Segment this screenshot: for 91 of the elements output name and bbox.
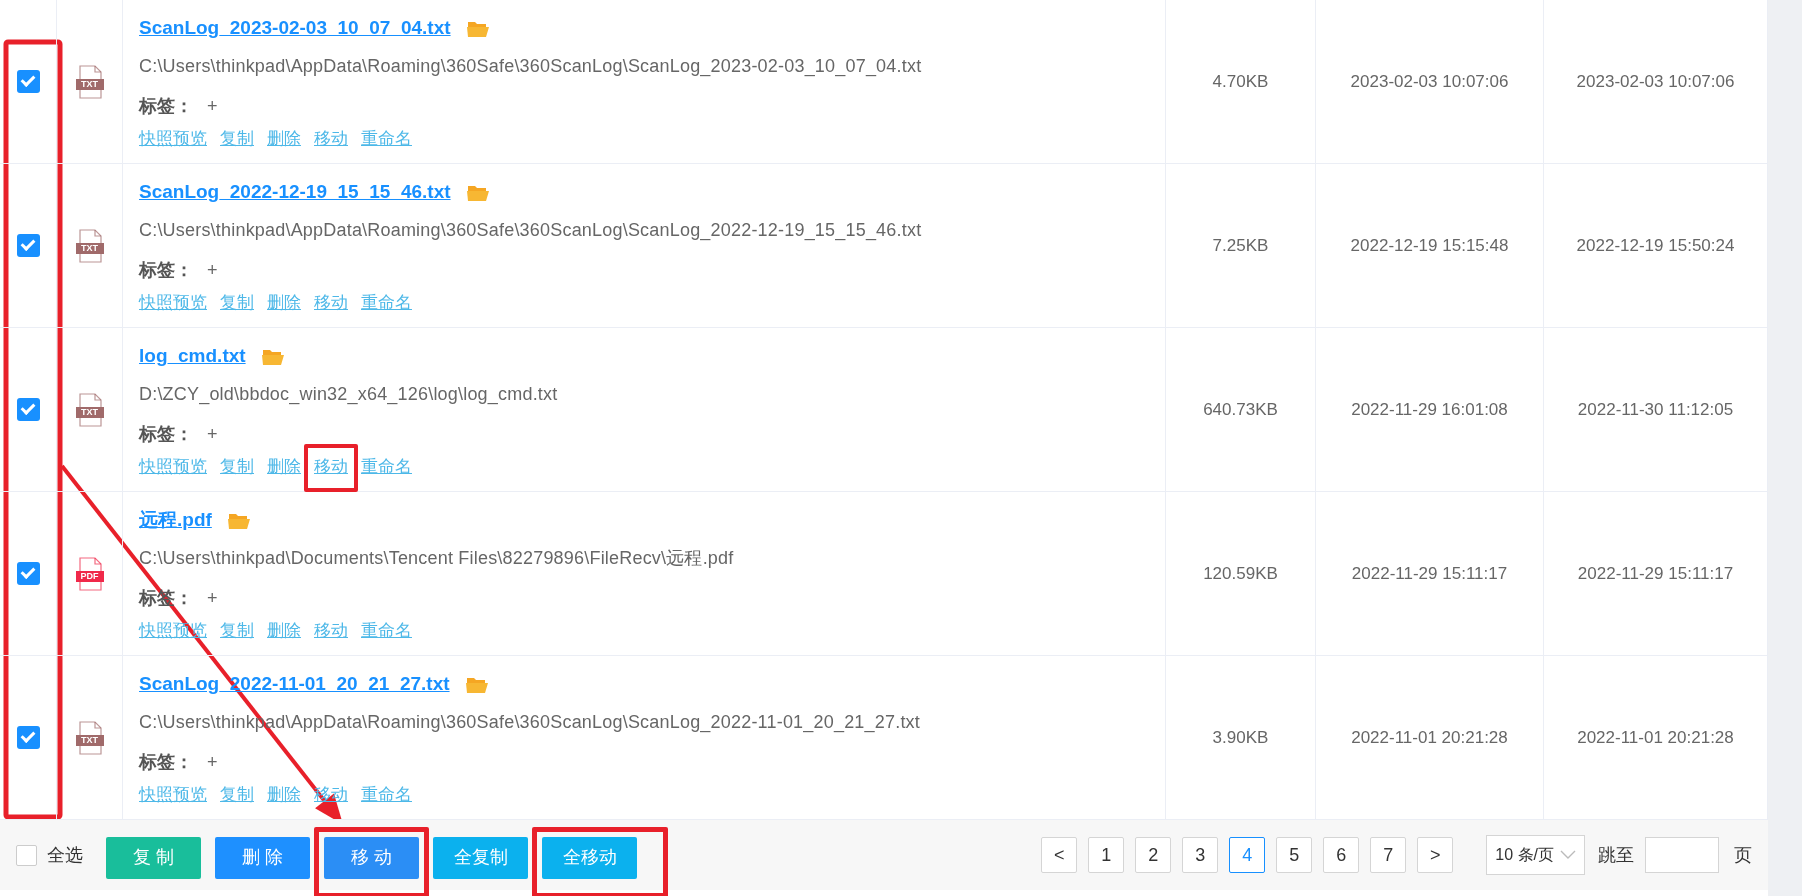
action-link[interactable]: 复制: [220, 129, 254, 148]
action-link[interactable]: 移动: [314, 457, 348, 476]
action-link[interactable]: 重命名: [361, 621, 412, 640]
select-all-label: 全选: [47, 843, 83, 867]
page-button[interactable]: 1: [1088, 837, 1125, 873]
action-link[interactable]: 删除: [267, 785, 301, 804]
file-name-link[interactable]: ScanLog_2023-02-03_10_07_04.txt: [139, 13, 451, 43]
file-name-link[interactable]: ScanLog_2022-12-19_15_15_46.txt: [139, 177, 451, 207]
file-icon: TXT: [75, 64, 104, 99]
move-button[interactable]: 移 动: [324, 836, 419, 879]
action-link[interactable]: 删除: [267, 293, 301, 312]
action-link[interactable]: 删除: [267, 457, 301, 476]
action-link[interactable]: 复制: [220, 293, 254, 312]
page-size-select[interactable]: 10 条/页: [1486, 835, 1585, 875]
row-checkbox[interactable]: [16, 726, 40, 749]
file-size: 120.59KB: [1203, 562, 1278, 585]
created-time: 2022-12-19 15:15:48: [1350, 234, 1509, 257]
modified-time: 2022-12-19 15:50:24: [1576, 234, 1735, 257]
file-size: 7.25KB: [1212, 234, 1269, 257]
created-time: 2022-11-29 16:01:08: [1351, 398, 1508, 421]
next-page-button[interactable]: >: [1417, 837, 1454, 873]
add-tag-button[interactable]: +: [207, 256, 218, 284]
action-link[interactable]: 复制: [220, 621, 254, 640]
file-path: C:\Users\thinkpad\AppData\Roaming\360Safe\360ScanLog\ScanLog_2022-12-19_15_15_46.txt: [139, 218, 922, 243]
row-checkbox[interactable]: [16, 70, 40, 93]
file-icon: PDF: [75, 556, 104, 591]
tag-label: 标签：: [139, 750, 193, 774]
action-link[interactable]: 复制: [220, 785, 254, 804]
action-link[interactable]: 重命名: [361, 293, 412, 312]
jump-to-label: 跳至: [1598, 843, 1634, 867]
action-link[interactable]: 快照预览: [139, 129, 207, 148]
file-size: 640.73KB: [1203, 398, 1278, 421]
row-checkbox[interactable]: [16, 562, 40, 585]
chevron-down-icon: [1560, 850, 1576, 860]
action-link[interactable]: 重命名: [361, 129, 412, 148]
file-icon: TXT: [75, 392, 104, 427]
page-button[interactable]: 6: [1323, 837, 1360, 873]
action-link[interactable]: 移动: [314, 129, 348, 148]
created-time: 2022-11-01 20:21:28: [1351, 726, 1508, 749]
file-name-link[interactable]: log_cmd.txt: [139, 341, 246, 371]
page-button[interactable]: 7: [1370, 837, 1407, 873]
created-time: 2022-11-29 15:11:17: [1351, 562, 1508, 585]
folder-icon[interactable]: [466, 183, 489, 201]
file-size: 3.90KB: [1212, 726, 1269, 749]
tag-label: 标签：: [139, 94, 193, 118]
select-all-checkbox[interactable]: [16, 844, 37, 866]
delete-button[interactable]: 删 除: [215, 836, 310, 879]
file-path: C:\Users\thinkpad\AppData\Roaming\360Safe\360ScanLog\ScanLog_2023-02-03_10_07_04.txt: [139, 54, 922, 79]
previous-page-button[interactable]: <: [1041, 837, 1078, 873]
page-button[interactable]: 2: [1135, 837, 1172, 873]
move-all-button[interactable]: 全移动: [542, 836, 637, 879]
action-link[interactable]: 快照预览: [139, 293, 207, 312]
action-link[interactable]: 删除: [267, 621, 301, 640]
file-icon: TXT: [75, 228, 104, 263]
file-path: D:\ZCY_old\bbdoc_win32_x64_126\log\log_cmd.txt: [139, 382, 558, 407]
folder-icon[interactable]: [465, 675, 488, 693]
file-path: C:\Users\thinkpad\Documents\Tencent Files\82279896\FileRecv\远程.pdf: [139, 546, 734, 570]
copy-all-button[interactable]: 全复制: [433, 836, 528, 879]
row-checkbox[interactable]: [16, 234, 40, 257]
page-button[interactable]: 3: [1182, 837, 1219, 873]
file-size: 4.70KB: [1212, 70, 1269, 93]
action-link[interactable]: 复制: [220, 457, 254, 476]
file-name-link[interactable]: 远程.pdf: [139, 505, 212, 535]
add-tag-button[interactable]: +: [207, 748, 218, 776]
add-tag-button[interactable]: +: [207, 584, 218, 612]
page-label: 页: [1734, 843, 1752, 867]
action-link[interactable]: 快照预览: [139, 785, 207, 804]
page-button[interactable]: 4: [1229, 837, 1266, 873]
action-link[interactable]: 快照预览: [139, 457, 207, 476]
modified-time: 2022-11-29 15:11:17: [1577, 562, 1734, 585]
action-link[interactable]: 移动: [314, 293, 348, 312]
modified-time: 2023-02-03 10:07:06: [1576, 70, 1735, 93]
tag-label: 标签：: [139, 422, 193, 446]
copy-button[interactable]: 复 制: [106, 836, 201, 879]
page-button[interactable]: 5: [1276, 837, 1313, 873]
folder-icon[interactable]: [261, 347, 284, 365]
modified-time: 2022-11-01 20:21:28: [1577, 726, 1734, 749]
modified-time: 2022-11-30 11:12:05: [1577, 398, 1734, 421]
page-number-input[interactable]: [1645, 837, 1719, 873]
row-checkbox[interactable]: [16, 398, 40, 421]
file-icon: TXT: [75, 720, 104, 755]
add-tag-button[interactable]: +: [207, 92, 218, 120]
action-link[interactable]: 重命名: [361, 457, 412, 476]
created-time: 2023-02-03 10:07:06: [1350, 70, 1509, 93]
add-tag-button[interactable]: +: [207, 420, 218, 448]
action-link[interactable]: 重命名: [361, 785, 412, 804]
action-link[interactable]: 移动: [314, 621, 348, 640]
folder-icon[interactable]: [227, 511, 250, 529]
tag-label: 标签：: [139, 258, 193, 282]
folder-icon[interactable]: [466, 19, 489, 37]
action-link[interactable]: 删除: [267, 129, 301, 148]
